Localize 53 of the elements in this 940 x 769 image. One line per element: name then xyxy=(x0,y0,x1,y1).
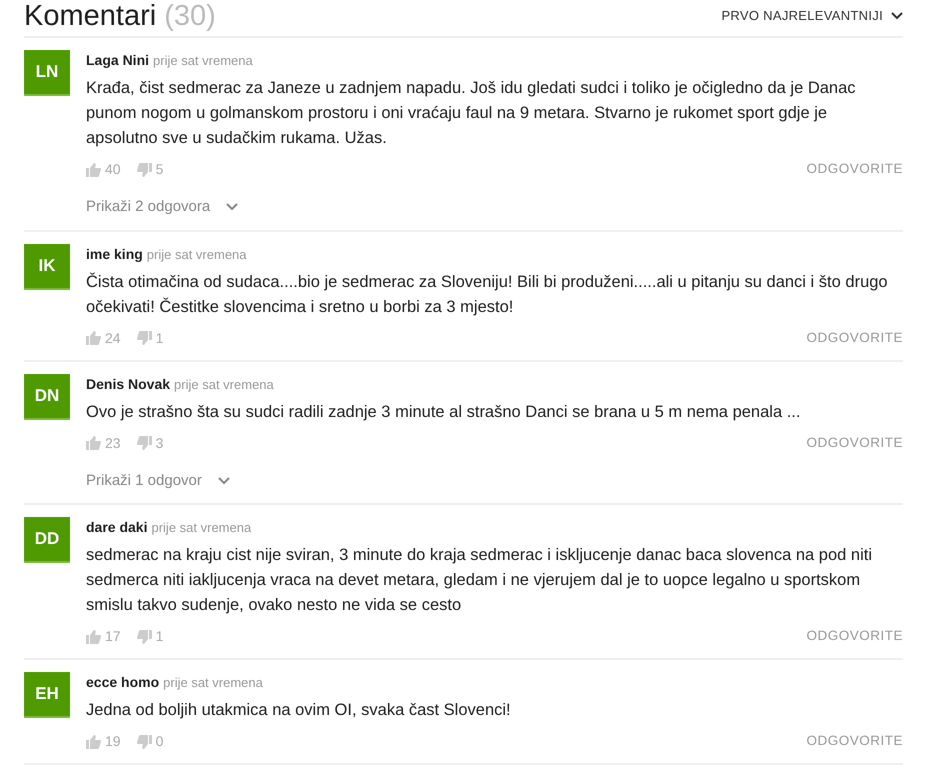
comment-text: sedmerac na kraju cist nije sviran, 3 minute do kraja sedmerac i iskljucenje danac baca slovenca na pod niti sedmerca niti iakljucenja vraca na devet metara, gledam i ne vjerujem dal je to uopce legalno u sportskom smislu takvo sudenje, ovako nesto ne vida se cesto xyxy=(86,545,873,616)
thumbs-up-icon xyxy=(86,630,101,644)
chevron-down-icon xyxy=(218,476,230,485)
show-replies-button[interactable]: Prikaži 1 odgovor xyxy=(86,470,230,492)
dislike-button[interactable]: 5 xyxy=(136,159,164,180)
comment-text: Krađa, čist sedmerac za Janeze u zadnjem napadu. Još idu gledati sudci i toliko je očigledno da je Danac punom nogom u golmanskom prostoru i oni vraćaju faul na 9 metara. Stvarno je rukomet sport gdje je apsolutno sve u sudačkim rukama. Užas. xyxy=(86,78,857,149)
author-name: dare daki xyxy=(86,518,148,537)
dislike-button[interactable]: 1 xyxy=(136,626,164,647)
dislike-button[interactable]: 1 xyxy=(136,328,164,348)
comment-text: Jedna od boljih utakmica na ovim OI, svaka čast Slovenci! xyxy=(86,700,512,721)
avatar: IK xyxy=(24,244,70,290)
avatar: EH xyxy=(24,672,70,718)
chevron-down-icon xyxy=(891,12,903,20)
like-button[interactable]: 19 xyxy=(86,731,121,752)
thumbs-down-icon xyxy=(136,331,152,345)
reply-button[interactable]: ODGOVORITE xyxy=(806,626,903,647)
comment-count: (30) xyxy=(164,0,216,32)
reply-button[interactable]: ODGOVORITE xyxy=(806,159,903,180)
timestamp: prije sat vremena xyxy=(174,376,274,394)
section-title: Komentari xyxy=(24,0,156,32)
thumbs-down-icon xyxy=(136,630,152,644)
timestamp: prije sat vremena xyxy=(146,246,247,264)
thumbs-down-icon xyxy=(136,436,152,450)
dislike-button[interactable]: 3 xyxy=(136,432,164,454)
thumbs-down-icon xyxy=(136,734,152,748)
thumbs-up-icon xyxy=(86,162,101,176)
timestamp: prije sat vremena xyxy=(163,674,263,692)
avatar: DD xyxy=(24,517,70,563)
like-button[interactable]: 23 xyxy=(86,432,121,454)
like-button[interactable]: 24 xyxy=(86,328,121,348)
like-button[interactable]: 40 xyxy=(86,159,121,180)
timestamp: prije sat vremena xyxy=(153,52,253,70)
reply-button[interactable]: ODGOVORITE xyxy=(806,432,903,454)
thumbs-up-icon xyxy=(86,734,101,748)
thumbs-up-icon xyxy=(86,331,101,345)
comment-text: Čista otimačina od sudaca....bio je sedmerac za Sloveniju! Bili bi produženi.....ali u pitanju su danci i što drugo očekivati! Čestitke slovencima i sretno u borbi za 3 mjesto! xyxy=(86,272,889,318)
timestamp: prije sat vremena xyxy=(151,519,252,537)
author-name: Denis Novak xyxy=(86,374,170,394)
avatar: LN xyxy=(24,50,70,96)
chevron-down-icon xyxy=(226,203,238,212)
thumbs-up-icon xyxy=(86,436,101,450)
sort-dropdown[interactable]: PRVO NAJRELEVANTNIJI xyxy=(721,6,903,26)
reply-button[interactable]: ODGOVORITE xyxy=(806,731,903,752)
dislike-button[interactable]: 0 xyxy=(136,731,164,752)
like-button[interactable]: 17 xyxy=(86,626,121,647)
show-replies-button[interactable]: Prikaži 2 odgovora xyxy=(86,196,238,218)
author-name: ime king xyxy=(86,244,143,264)
reply-button[interactable]: ODGOVORITE xyxy=(806,328,903,348)
thumbs-down-icon xyxy=(136,162,152,176)
author-name: ecce homo xyxy=(86,673,160,692)
author-name: Laga Nini xyxy=(86,51,150,70)
comment-text: Ovo je strašno šta su sudci radili zadnje 3 minute al strašno Danci se brana u 5 m nema penala ... xyxy=(86,402,802,422)
avatar: DN xyxy=(24,374,70,420)
